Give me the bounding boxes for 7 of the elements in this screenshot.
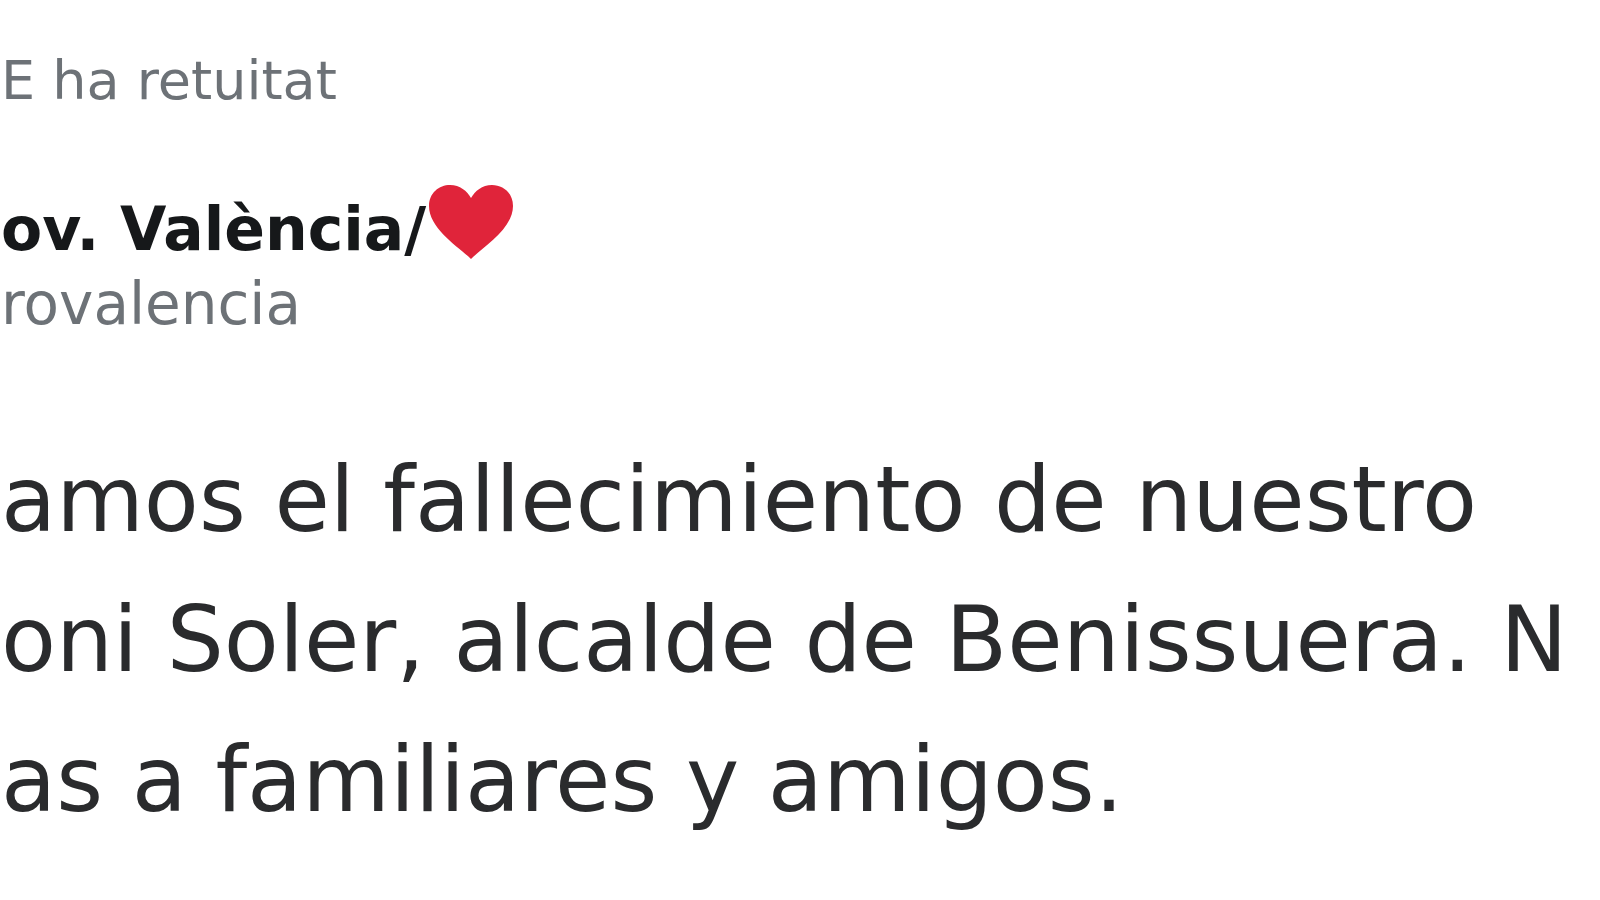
retweet-label: E ha retuitat bbox=[1, 54, 337, 108]
author-handle[interactable]: rovalencia bbox=[1, 275, 302, 333]
tweet-text-line: oni Soler, alcalde de Benissuera. N bbox=[1, 586, 1568, 694]
tweet-text-line: as a familiares y amigos. bbox=[1, 726, 1124, 834]
tweet-text-line: amos el fallecimiento de nuestro bbox=[1, 446, 1477, 554]
author-name[interactable]: ov. València/ bbox=[1, 199, 427, 259]
heart-icon bbox=[429, 185, 514, 259]
